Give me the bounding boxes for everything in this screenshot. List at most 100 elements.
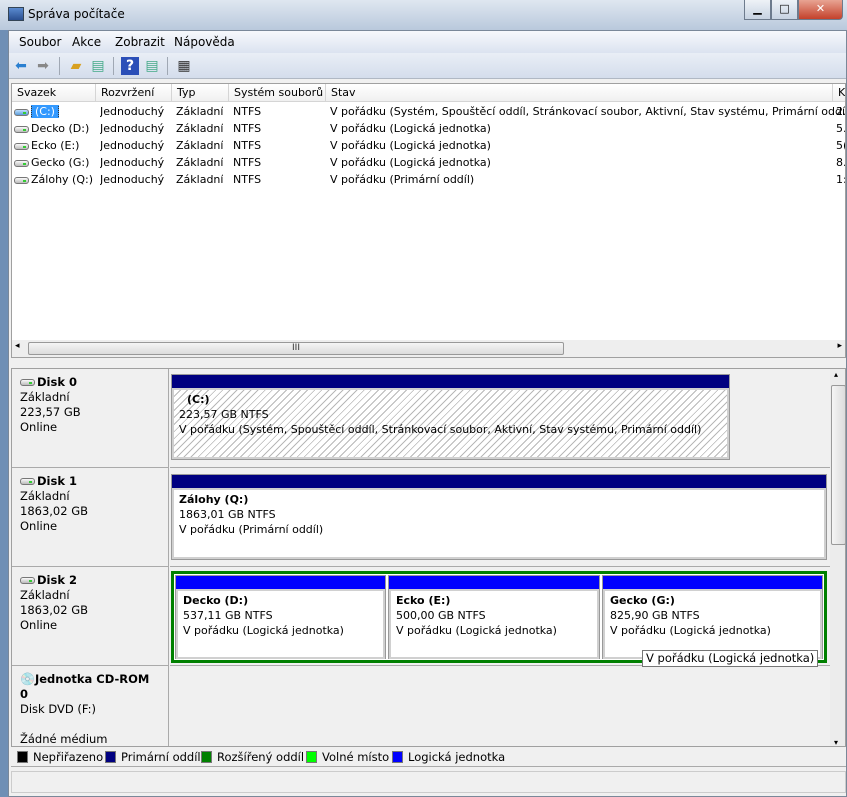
partition-size: 500,00 GB NTFS — [396, 609, 486, 622]
column-header-filesystem[interactable]: Systém souborů — [229, 84, 326, 102]
up-folder-icon[interactable]: ▰ — [67, 57, 85, 75]
cell-status: V pořádku (Primární oddíl) — [330, 173, 475, 186]
legend-label: Nepřiřazeno — [33, 750, 104, 764]
disk-2-label[interactable]: Disk 2 Základní 1863,02 GB Online — [12, 567, 169, 666]
disk-size: 1863,02 GB — [20, 603, 89, 617]
help-icon[interactable]: ? — [121, 57, 139, 75]
vertical-scrollbar[interactable]: ▴ ▾ — [830, 369, 845, 746]
volume-name: Ecko (E:) — [31, 139, 80, 152]
properties-icon[interactable]: ▦ — [175, 57, 193, 75]
volume-icon — [14, 176, 29, 184]
partition-status: V pořádku (Logická jednotka) — [610, 624, 771, 637]
cdrom-media: Žádné médium — [20, 732, 108, 746]
legend-item: Rozšířený oddíl — [201, 750, 304, 764]
toolbar-separator — [59, 57, 60, 75]
legend-label: Rozšířený oddíl — [217, 750, 305, 764]
legend-swatch — [17, 751, 28, 763]
partition-d[interactable]: Decko (D:) 537,11 GB NTFS V pořádku (Log… — [175, 575, 386, 659]
partition-name: (C:) — [187, 393, 210, 406]
cdrom-label[interactable]: 💿Jednotka CD-ROM 0 Disk DVD (F:) Žádné m… — [12, 666, 169, 746]
cell-layout: Jednoduchý — [100, 105, 165, 118]
back-icon[interactable]: ⬅ — [12, 57, 30, 75]
cell-type: Základní — [176, 105, 224, 118]
volume-name: Zálohy (Q:) — [31, 173, 93, 186]
window-title: Správa počítače — [28, 7, 125, 21]
cell-status: V pořádku (Logická jednotka) — [330, 156, 491, 169]
table-row[interactable]: Decko (D:) Jednoduchý Základní NTFS V pořádk… — [12, 120, 846, 137]
volume-list: Svazek Rozvržení Typ Systém souborů Stav… — [11, 83, 846, 358]
scrollbar-thumb[interactable] — [831, 385, 845, 545]
cell-cap: 8. — [836, 156, 846, 169]
scroll-down-icon[interactable]: ▾ — [834, 738, 838, 746]
show-hide-action-pane-icon[interactable]: ▤ — [143, 57, 161, 75]
cell-volume: Decko (D:) — [14, 122, 89, 135]
disk-state: Online — [20, 519, 58, 533]
partition-status: V pořádku (Logická jednotka) — [183, 624, 344, 637]
volume-icon — [14, 125, 29, 133]
minimize-button[interactable]: ▁ — [744, 0, 771, 20]
scrollbar-thumb[interactable]: III — [28, 342, 564, 355]
disk-size: 1863,02 GB — [20, 504, 89, 518]
disk-size: 223,57 GB — [20, 405, 81, 419]
legend-swatch — [306, 751, 317, 763]
column-header-layout[interactable]: Rozvržení — [96, 84, 172, 102]
partition-size: 537,11 GB NTFS — [183, 609, 273, 622]
cell-layout: Jednoduchý — [100, 173, 165, 186]
cell-volume: (C:) — [14, 105, 59, 118]
cell-type: Základní — [176, 139, 224, 152]
cell-volume: Gecko (G:) — [14, 156, 89, 169]
volume-icon — [14, 142, 29, 150]
main-window: Soubor Akce Zobrazit Nápověda ⬅ ➡ ▰ ▤ ? … — [8, 30, 847, 797]
close-button[interactable]: ✕ — [798, 0, 843, 20]
legend-swatch — [201, 751, 212, 763]
show-hide-tree-icon[interactable]: ▤ — [89, 57, 107, 75]
horizontal-scrollbar[interactable]: ◂ III ▸ — [12, 340, 845, 357]
partition-size: 223,57 GB NTFS — [179, 408, 269, 421]
disk-icon — [20, 478, 35, 485]
legend-swatch — [392, 751, 403, 763]
logical-drive-bar — [389, 576, 599, 589]
partition-q[interactable]: Zálohy (Q:) 1863,01 GB NTFS V pořádku (P… — [171, 474, 827, 560]
table-row[interactable]: Ecko (E:) Jednoduchý Základní NTFS V pořádku… — [12, 137, 845, 154]
table-row[interactable]: (C:) Jednoduchý Základní NTFS V pořádku (Sys… — [12, 103, 846, 120]
partition-size: 825,90 GB NTFS — [610, 609, 700, 622]
table-row[interactable]: Gecko (G:) Jednoduchý Základní NTFS V pořádk… — [12, 154, 846, 171]
cell-layout: Jednoduchý — [100, 122, 165, 135]
cell-status: V pořádku (Logická jednotka) — [330, 122, 491, 135]
scroll-up-icon[interactable]: ▴ — [834, 370, 838, 379]
column-header-status[interactable]: Stav — [326, 84, 833, 102]
menu-akce[interactable]: Akce — [72, 35, 101, 49]
cell-fs: NTFS — [233, 139, 262, 152]
partition-size: 1863,01 GB NTFS — [179, 508, 276, 521]
cell-fs: NTFS — [233, 122, 262, 135]
partition-name: Gecko (G:) — [610, 594, 675, 607]
legend-label: Primární oddíl — [121, 750, 201, 764]
disk-state: Online — [20, 618, 58, 632]
partition-e[interactable]: Ecko (E:) 500,00 GB NTFS V pořádku (Logi… — [388, 575, 600, 659]
menu-zobrazit[interactable]: Zobrazit — [115, 35, 165, 49]
partition-status: V pořádku (Logická jednotka) — [396, 624, 557, 637]
title-bar: Správa počítače ▁ □ ✕ — [0, 0, 847, 30]
legend-item: Nepřiřazeno — [17, 750, 103, 764]
toolbar-separator — [167, 57, 168, 75]
cell-status: V pořádku (Systém, Spouštěcí oddíl, Strá… — [330, 105, 846, 118]
column-header-type[interactable]: Typ — [172, 84, 229, 102]
legend-item: Volné místo — [306, 750, 389, 764]
disk-1-label[interactable]: Disk 1 Základní 1863,02 GB Online — [12, 468, 169, 567]
column-header-capacity[interactable]: K — [833, 84, 845, 102]
disk-0-label[interactable]: Disk 0 Základní 223,57 GB Online — [12, 369, 169, 468]
partition-status: V pořádku (Primární oddíl) — [179, 523, 324, 536]
cell-type: Základní — [176, 156, 224, 169]
cell-type: Základní — [176, 122, 224, 135]
forward-icon[interactable]: ➡ — [34, 57, 52, 75]
table-row[interactable]: Zálohy (Q:) Jednoduchý Základní NTFS V pořád… — [12, 171, 845, 188]
maximize-button[interactable]: □ — [771, 0, 798, 20]
scroll-left-icon[interactable]: ◂ — [15, 341, 20, 351]
cell-cap: 5. — [836, 122, 846, 135]
menu-soubor[interactable]: Soubor — [19, 35, 61, 49]
menu-napoveda[interactable]: Nápověda — [174, 35, 235, 49]
partition-c[interactable]: (C:) 223,57 GB NTFS V pořádku (Systém, S… — [171, 374, 730, 460]
partition-g[interactable]: Gecko (G:) 825,90 GB NTFS V pořádku (Log… — [602, 575, 823, 659]
column-header-volume[interactable]: Svazek — [12, 84, 96, 102]
scroll-right-icon[interactable]: ▸ — [837, 341, 842, 351]
